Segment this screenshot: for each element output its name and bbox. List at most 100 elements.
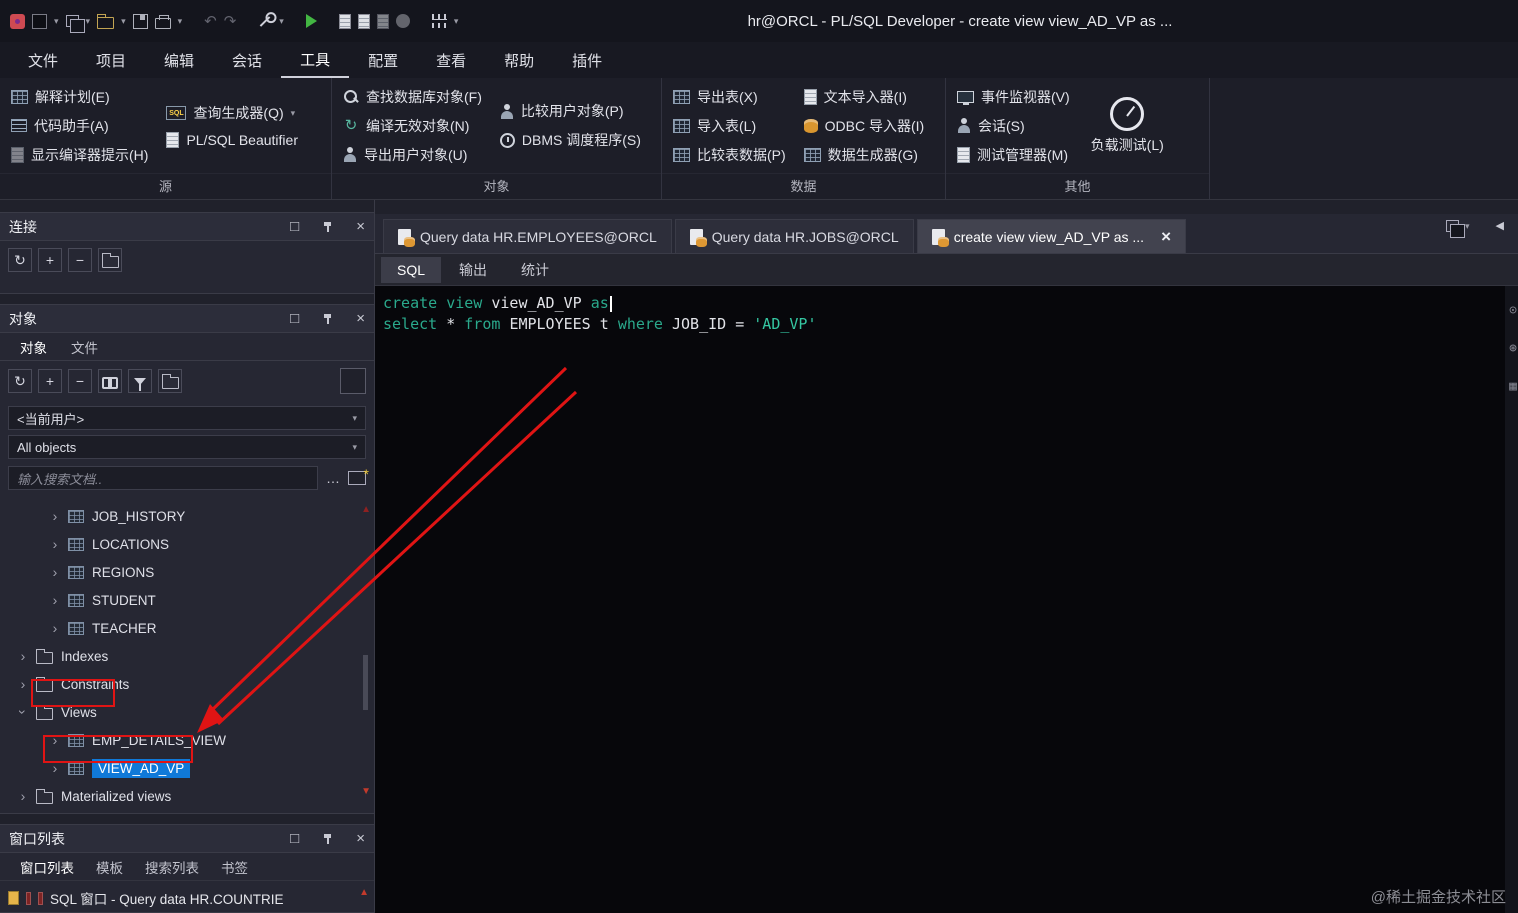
tree-item-job-history[interactable]: › JOB_HISTORY xyxy=(0,502,374,530)
explain-plan-button[interactable]: 解释计划(E) xyxy=(6,86,153,108)
editor-side-icon-2[interactable]: ⊛ xyxy=(1509,338,1517,359)
compile-invalid-button[interactable]: 编译无效对象(N) xyxy=(338,115,487,137)
print-button[interactable] xyxy=(154,14,171,29)
tree-scrollbar-thumb[interactable] xyxy=(363,655,368,710)
pin-icon[interactable] xyxy=(323,221,332,232)
chevron-right-icon[interactable]: › xyxy=(48,536,62,552)
add-connection-button[interactable]: + xyxy=(38,248,62,272)
tree-item-view-ad-vp[interactable]: › VIEW_AD_VP xyxy=(0,754,374,782)
pin-icon[interactable] xyxy=(323,833,332,844)
wizard-key-caret-icon[interactable]: ▾ xyxy=(279,16,284,26)
maximize-icon[interactable]: □ xyxy=(290,311,299,326)
object-filter-dropdown[interactable]: All objects ▾ xyxy=(8,435,366,459)
close-icon[interactable]: × xyxy=(356,831,365,846)
clipboard-page-icon[interactable] xyxy=(376,13,389,29)
tab-templates[interactable]: 模板 xyxy=(86,854,133,880)
import-tables-button[interactable]: 导入表(L) xyxy=(668,115,791,137)
menu-edit[interactable]: 编辑 xyxy=(145,42,213,78)
code-assistant-button[interactable]: 代码助手(A) xyxy=(6,115,153,137)
beautifier-button[interactable]: PL/SQL Beautifier xyxy=(161,131,303,149)
print-caret-icon[interactable]: ▾ xyxy=(178,16,183,26)
compiler-hints-button[interactable]: 显示编译器提示(H) xyxy=(6,144,153,166)
test-manager-button[interactable]: 测试管理器(M) xyxy=(952,144,1075,166)
undo-button[interactable]: ↶ xyxy=(204,14,217,29)
menu-tools[interactable]: 工具 xyxy=(281,42,350,78)
text-importer-button[interactable]: 文本导入器(I) xyxy=(799,86,930,108)
new-document-button[interactable] xyxy=(32,13,47,29)
query-builder-button[interactable]: 查询生成器(Q) ▾ xyxy=(161,102,303,124)
new-window-star-icon[interactable] xyxy=(348,466,369,485)
chevron-right-icon[interactable]: › xyxy=(48,592,62,608)
doc-tab-jobs[interactable]: Query data HR.JOBS@ORCL xyxy=(674,219,914,253)
tree-item-indexes[interactable]: › Indexes xyxy=(0,642,374,670)
scroll-up-icon[interactable]: ▲ xyxy=(359,887,369,898)
tab-files[interactable]: 文件 xyxy=(61,334,108,360)
editor-side-icon-1[interactable]: ⊙ xyxy=(1509,300,1517,321)
tree-item-views[interactable]: › Views xyxy=(0,698,374,726)
filter-button[interactable] xyxy=(128,369,152,393)
maximize-icon[interactable]: □ xyxy=(290,219,299,234)
chevron-right-icon[interactable]: › xyxy=(48,620,62,636)
compare-table-data-button[interactable]: 比较表数据(P) xyxy=(668,144,791,166)
chevron-right-icon[interactable]: › xyxy=(16,788,30,804)
tree-item-materialized-views[interactable]: › Materialized views xyxy=(0,782,374,810)
new-window-button[interactable] xyxy=(65,15,85,33)
toolbar-overflow-caret-icon[interactable]: ▾ xyxy=(454,16,459,26)
editor-side-icon-3[interactable]: ▦ xyxy=(1509,376,1517,397)
tab-output[interactable]: 输出 xyxy=(443,255,503,285)
maximize-icon[interactable]: □ xyxy=(290,831,299,846)
tree-item-emp-details-view[interactable]: › EMP_DETAILS_VIEW xyxy=(0,726,374,754)
user-scope-dropdown[interactable]: <当前用户> ▾ xyxy=(8,406,366,430)
chevron-right-icon[interactable]: › xyxy=(16,648,30,664)
export-tables-button[interactable]: 导出表(X) xyxy=(668,86,791,108)
new-window-caret-icon[interactable]: ▾ xyxy=(86,16,91,26)
menu-plugins[interactable]: 插件 xyxy=(553,42,621,78)
clipboard-page-icon[interactable] xyxy=(357,13,370,29)
window-cascade-caret-icon[interactable]: ▾ xyxy=(1465,221,1470,231)
execute-button[interactable] xyxy=(305,14,317,28)
find-object-button[interactable] xyxy=(98,369,122,393)
search-options-button[interactable]: … xyxy=(324,470,342,486)
compare-user-objects-button[interactable]: 比较用户对象(P) xyxy=(495,100,646,122)
pin-icon[interactable] xyxy=(323,313,332,324)
tree-item-locations[interactable]: › LOCATIONS xyxy=(0,530,374,558)
connection-folder-button[interactable] xyxy=(98,248,122,272)
open-folder-button[interactable] xyxy=(97,13,115,29)
collapse-button[interactable]: − xyxy=(68,369,92,393)
refresh-button[interactable]: ↻ xyxy=(8,248,32,272)
doc-tab-employees[interactable]: Query data HR.EMPLOYEES@ORCL xyxy=(383,219,672,253)
close-icon[interactable]: × xyxy=(356,219,365,234)
window-cascade-icon[interactable] xyxy=(1446,220,1465,238)
menu-file[interactable]: 文件 xyxy=(9,42,77,78)
menu-view[interactable]: 查看 xyxy=(417,42,485,78)
odbc-importer-button[interactable]: ODBC 导入器(I) xyxy=(799,115,930,137)
menu-configure[interactable]: 配置 xyxy=(349,42,417,78)
refresh-button[interactable]: ↻ xyxy=(8,369,32,393)
filter-sliders-button[interactable] xyxy=(431,14,447,28)
find-db-objects-button[interactable]: 查找数据库对象(F) xyxy=(338,86,487,108)
remove-connection-button[interactable]: − xyxy=(68,248,92,272)
tree-item-student[interactable]: › STUDENT xyxy=(0,586,374,614)
tree-item-sequences[interactable]: › Sequences xyxy=(0,810,374,813)
sql-editor[interactable]: create view view_AD_VP as select * from … xyxy=(375,286,1518,913)
clipboard-page-icon[interactable] xyxy=(338,13,351,29)
tab-window-list[interactable]: 窗口列表 xyxy=(10,854,84,880)
tab-sql[interactable]: SQL xyxy=(381,256,442,283)
load-test-button[interactable]: 负载测试(L) xyxy=(1083,96,1172,155)
export-user-objects-button[interactable]: 导出用户对象(U) xyxy=(338,144,487,166)
menu-help[interactable]: 帮助 xyxy=(485,42,553,78)
event-monitor-button[interactable]: 事件监视器(V) xyxy=(952,86,1075,108)
tree-item-regions[interactable]: › REGIONS xyxy=(0,558,374,586)
chevron-right-icon[interactable]: › xyxy=(48,732,62,748)
tree-item-constraints[interactable]: › Constraints xyxy=(0,670,374,698)
redo-button[interactable]: ↷ xyxy=(224,14,237,29)
search-input[interactable]: 输入搜索文档.. xyxy=(8,466,318,490)
tree-item-teacher[interactable]: › TEACHER xyxy=(0,614,374,642)
menu-project[interactable]: 项目 xyxy=(77,42,145,78)
wizard-key-button[interactable] xyxy=(259,15,271,27)
browser-extra-button[interactable] xyxy=(340,368,366,394)
tab-bookmarks[interactable]: 书签 xyxy=(211,854,258,880)
scroll-down-icon[interactable]: ▼ xyxy=(361,786,371,797)
save-button[interactable] xyxy=(132,13,148,29)
tab-objects[interactable]: 对象 xyxy=(10,334,57,360)
